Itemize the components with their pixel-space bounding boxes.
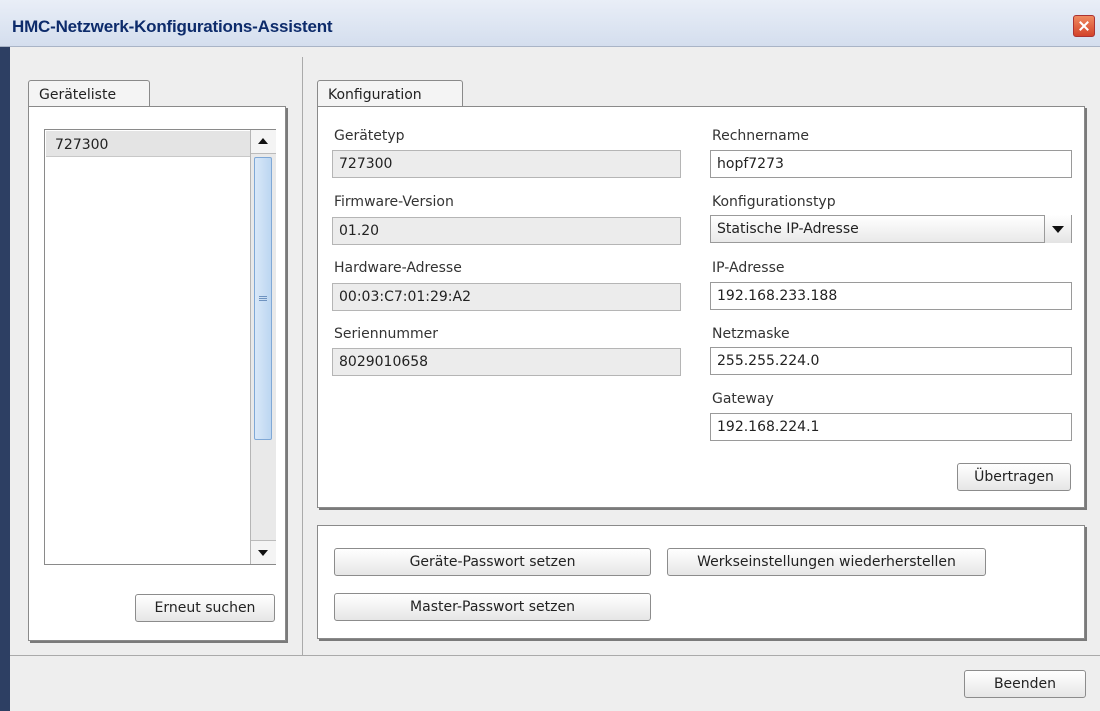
hostname-label: Rechnername xyxy=(712,128,809,144)
exit-button[interactable]: Beenden xyxy=(964,670,1086,698)
netmask-label: Netzmaske xyxy=(712,326,790,342)
serial-field: 8029010658 xyxy=(332,348,681,376)
firmware-field: 01.20 xyxy=(332,217,681,245)
list-item[interactable]: 727300 xyxy=(46,131,250,157)
scroll-down-icon[interactable] xyxy=(251,540,276,564)
tab-device-list[interactable]: Geräteliste xyxy=(28,80,150,107)
device-type-field: 727300 xyxy=(332,150,681,178)
vertical-divider xyxy=(302,57,303,655)
title-bar: HMC-Netzwerk-Konfigurations-Assistent xyxy=(0,0,1100,47)
hostname-input[interactable]: hopf7273 xyxy=(710,150,1072,178)
window-frame xyxy=(0,47,10,711)
netmask-input[interactable]: 255.255.224.0 xyxy=(710,347,1072,375)
ip-address-input[interactable]: 192.168.233.188 xyxy=(710,282,1072,310)
factory-reset-button[interactable]: Werkseinstellungen wiederherstellen xyxy=(667,548,986,576)
config-type-value: Statische IP-Adresse xyxy=(717,221,859,237)
device-type-label: Gerätetyp xyxy=(334,128,405,144)
scrollbar-thumb[interactable] xyxy=(254,157,272,440)
device-password-button[interactable]: Geräte-Passwort setzen xyxy=(334,548,651,576)
chevron-down-icon[interactable] xyxy=(1044,215,1071,243)
gateway-label: Gateway xyxy=(712,391,774,407)
master-password-button[interactable]: Master-Passwort setzen xyxy=(334,593,651,621)
apply-button[interactable]: Übertragen xyxy=(957,463,1071,491)
config-type-select[interactable]: Statische IP-Adresse xyxy=(710,215,1072,243)
serial-label: Seriennummer xyxy=(334,326,439,342)
window-title: HMC-Netzwerk-Konfigurations-Assistent xyxy=(12,17,333,36)
ip-address-label: IP-Adresse xyxy=(712,260,785,276)
tab-device-list-label: Geräteliste xyxy=(39,87,117,103)
device-list[interactable]: 727300 xyxy=(44,129,276,565)
firmware-label: Firmware-Version xyxy=(334,194,454,210)
hw-address-field: 00:03:C7:01:29:A2 xyxy=(332,283,681,311)
config-type-label: Konfigurationstyp xyxy=(712,194,836,210)
hw-address-label: Hardware-Adresse xyxy=(334,260,462,276)
close-icon[interactable] xyxy=(1073,15,1095,37)
footer-divider xyxy=(10,655,1100,656)
rescan-button[interactable]: Erneut suchen xyxy=(135,594,275,622)
tab-configuration[interactable]: Konfiguration xyxy=(317,80,463,107)
device-list-scrollbar[interactable] xyxy=(250,130,276,564)
actions-panel xyxy=(317,525,1085,639)
scroll-up-icon[interactable] xyxy=(251,130,276,154)
tab-configuration-label: Konfiguration xyxy=(328,87,422,103)
gateway-input[interactable]: 192.168.224.1 xyxy=(710,413,1072,441)
